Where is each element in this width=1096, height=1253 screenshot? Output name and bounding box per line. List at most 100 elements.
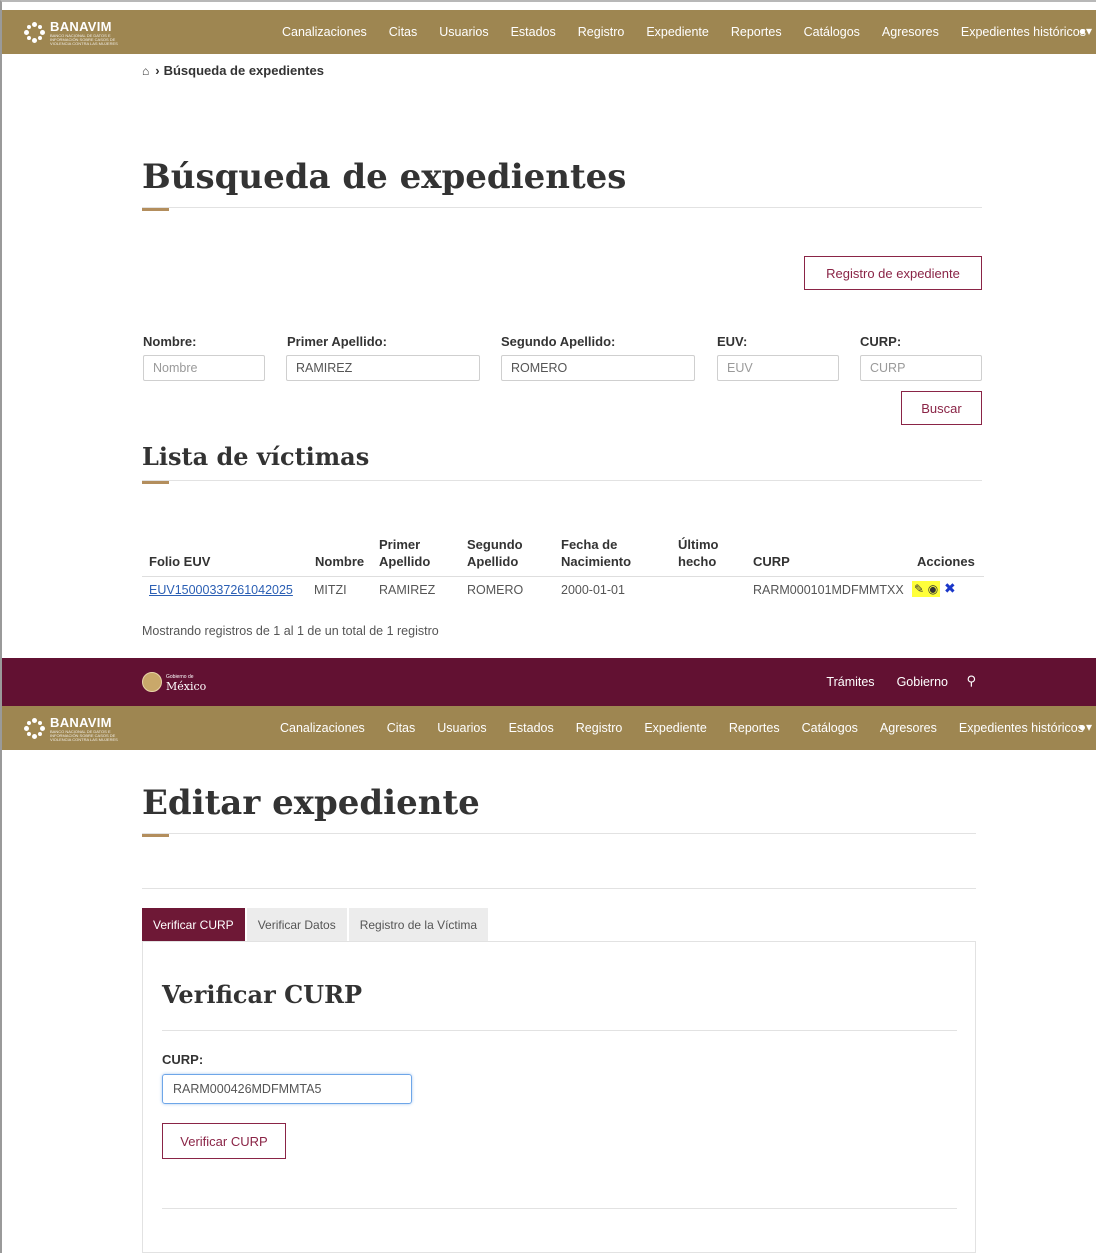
nav-registro-2[interactable]: Registro — [576, 721, 623, 735]
cell-fecha: 2000-01-01 — [561, 583, 625, 597]
top-navbar-2: BANAVIM BANCO NACIONAL DE DATOS E INFORM… — [2, 706, 1096, 750]
top-navbar: BANAVIM BANCO NACIONAL DE DATOS E INFORM… — [2, 10, 1096, 54]
banavim-logo-icon — [24, 22, 46, 44]
curp-field-label: CURP: — [162, 1052, 204, 1067]
euv-input[interactable]: EUV — [717, 355, 839, 381]
gob-link-gobierno[interactable]: Gobierno — [897, 675, 948, 689]
gobierno-mexico-logo[interactable]: Gobierno de México — [142, 672, 206, 692]
gob-link-tramites[interactable]: Trámites — [826, 675, 874, 689]
nav-reportes[interactable]: Reportes — [731, 25, 782, 39]
page-title: Búsqueda de expedientes — [142, 157, 627, 197]
th-segundo-apellido-line1: Segundo — [467, 537, 523, 552]
search-screen: BANAVIM BANCO NACIONAL DE DATOS E INFORM… — [0, 0, 1096, 658]
th-folio[interactable]: Folio EUV — [149, 553, 210, 570]
table-header-divider — [142, 576, 984, 577]
nav-citas-2[interactable]: Citas — [387, 721, 415, 735]
th-segundo-apellido[interactable]: Segundo Apellido — [467, 536, 523, 570]
nav-reportes-2[interactable]: Reportes — [729, 721, 780, 735]
tab-verificar-datos[interactable]: Verificar Datos — [246, 908, 347, 942]
edit-title-divider — [142, 833, 976, 834]
cell-primer-apellido: RAMIREZ — [379, 583, 436, 597]
folio-link[interactable]: EUV15000337261042025 — [149, 583, 293, 597]
nav-estados-2[interactable]: Estados — [509, 721, 554, 735]
cell-segundo-apellido: ROMERO — [467, 583, 524, 597]
main-menu-2: Canalizaciones Citas Usuarios Estados Re… — [280, 706, 1096, 750]
nav-expedientes-historicos-2[interactable]: Expedientes históricos — [959, 721, 1084, 735]
brand-name-2: BANAVIM — [50, 715, 112, 730]
nav-catalogos[interactable]: Catálogos — [804, 25, 860, 39]
nav-usuarios[interactable]: Usuarios — [439, 25, 488, 39]
brand-name: BANAVIM — [50, 19, 112, 34]
title-divider — [142, 207, 982, 208]
segundo-apellido-input[interactable]: ROMERO — [501, 355, 695, 381]
primer-apellido-input[interactable]: RAMIREZ — [286, 355, 480, 381]
user-icon-2: ● — [1078, 720, 1086, 734]
nav-canalizaciones[interactable]: Canalizaciones — [282, 25, 367, 39]
tab-panel: Verificar CURP CURP: RARM000426MDFMMTA5 … — [142, 941, 976, 1253]
th-ultimo-hecho[interactable]: Último hecho — [678, 536, 718, 570]
th-primer-apellido[interactable]: Primer Apellido — [379, 536, 430, 570]
nav-agresores[interactable]: Agresores — [882, 25, 939, 39]
gobierno-bar: Gobierno de México Trámites Gobierno ⚲ — [2, 658, 1096, 706]
nav-agresores-2[interactable]: Agresores — [880, 721, 937, 735]
nav-expedientes-historicos[interactable]: Expedientes históricos — [961, 25, 1086, 39]
panel-bottom-divider — [162, 1208, 957, 1209]
th-nombre[interactable]: Nombre — [315, 553, 364, 570]
th-ultimo-line2: hecho — [678, 554, 717, 569]
nav-usuarios-2[interactable]: Usuarios — [437, 721, 486, 735]
table-info: Mostrando registros de 1 al 1 de un tota… — [142, 624, 439, 638]
register-expediente-button[interactable]: Registro de expediente — [804, 256, 982, 290]
nav-catalogos-2[interactable]: Catálogos — [802, 721, 858, 735]
edit-pencil-icon[interactable]: ✎ — [912, 580, 926, 597]
th-curp[interactable]: CURP — [753, 553, 790, 570]
mexico-seal-icon — [142, 672, 162, 692]
nombre-label: Nombre: — [143, 334, 197, 349]
nav-expediente[interactable]: Expediente — [646, 25, 709, 39]
tab-verificar-curp[interactable]: Verificar CURP — [142, 908, 245, 942]
th-primer-apellido-line2: Apellido — [379, 554, 431, 569]
th-segundo-apellido-line2: Apellido — [467, 554, 519, 569]
search-icon[interactable]: ⚲ — [966, 673, 976, 689]
cell-nombre: MITZI — [314, 583, 347, 597]
edit-title-accent — [142, 834, 169, 837]
edit-section-divider — [142, 888, 976, 889]
nav-expediente-2[interactable]: Expediente — [644, 721, 707, 735]
user-menu[interactable]: ●▾ — [1079, 24, 1092, 38]
title-accent — [142, 208, 169, 211]
nav-citas[interactable]: Citas — [389, 25, 417, 39]
user-icon: ● — [1078, 24, 1086, 38]
gob-logo-big: México — [166, 680, 207, 693]
brand-subtitle: BANCO NACIONAL DE DATOS E INFORMACIÓN SO… — [50, 33, 118, 46]
home-icon[interactable]: ⌂ — [142, 64, 149, 78]
nav-estados[interactable]: Estados — [511, 25, 556, 39]
curp-label: CURP: — [860, 334, 902, 349]
list-divider — [142, 480, 982, 481]
gob-links: Trámites Gobierno — [804, 675, 948, 689]
verificar-curp-button[interactable]: Verificar CURP — [162, 1123, 286, 1159]
brand-subtitle-2: BANCO NACIONAL DE DATOS E INFORMACIÓN SO… — [50, 729, 118, 742]
nav-registro[interactable]: Registro — [578, 25, 625, 39]
curp-input[interactable]: CURP — [860, 355, 982, 381]
user-menu-2[interactable]: ●▾ — [1079, 720, 1092, 734]
th-acciones: Acciones — [917, 554, 975, 569]
banavim-logo[interactable]: BANAVIM BANCO NACIONAL DE DATOS E INFORM… — [24, 20, 130, 46]
cell-curp: RARM000101MDFMMTXX — [753, 583, 904, 597]
verificar-curp-title: Verificar CURP — [162, 980, 363, 1009]
th-primer-apellido-line1: Primer — [379, 537, 421, 552]
edit-screen: Gobierno de México Trámites Gobierno ⚲ B… — [0, 658, 1096, 1253]
nav-canalizaciones-2[interactable]: Canalizaciones — [280, 721, 365, 735]
banavim-logo-2[interactable]: BANAVIM BANCO NACIONAL DE DATOS E INFORM… — [24, 716, 130, 742]
th-fecha-nacimiento[interactable]: Fecha de Nacimiento — [561, 536, 631, 570]
th-fecha-line1: Fecha de — [561, 537, 618, 552]
list-accent — [142, 481, 169, 484]
tab-registro-victima[interactable]: Registro de la Víctima — [348, 908, 489, 942]
nombre-input[interactable]: Nombre — [143, 355, 265, 381]
panel-divider — [162, 1030, 957, 1031]
curp-verify-input[interactable]: RARM000426MDFMMTA5 — [162, 1074, 412, 1104]
breadcrumb-separator: › — [155, 63, 160, 78]
row-actions: ✎ ◉ ✖ — [912, 580, 956, 597]
view-eye-icon[interactable]: ◉ — [926, 580, 940, 597]
user-caret-2: ▾ — [1085, 720, 1092, 734]
delete-x-icon[interactable]: ✖ — [944, 580, 956, 597]
buscar-button[interactable]: Buscar — [901, 391, 982, 425]
